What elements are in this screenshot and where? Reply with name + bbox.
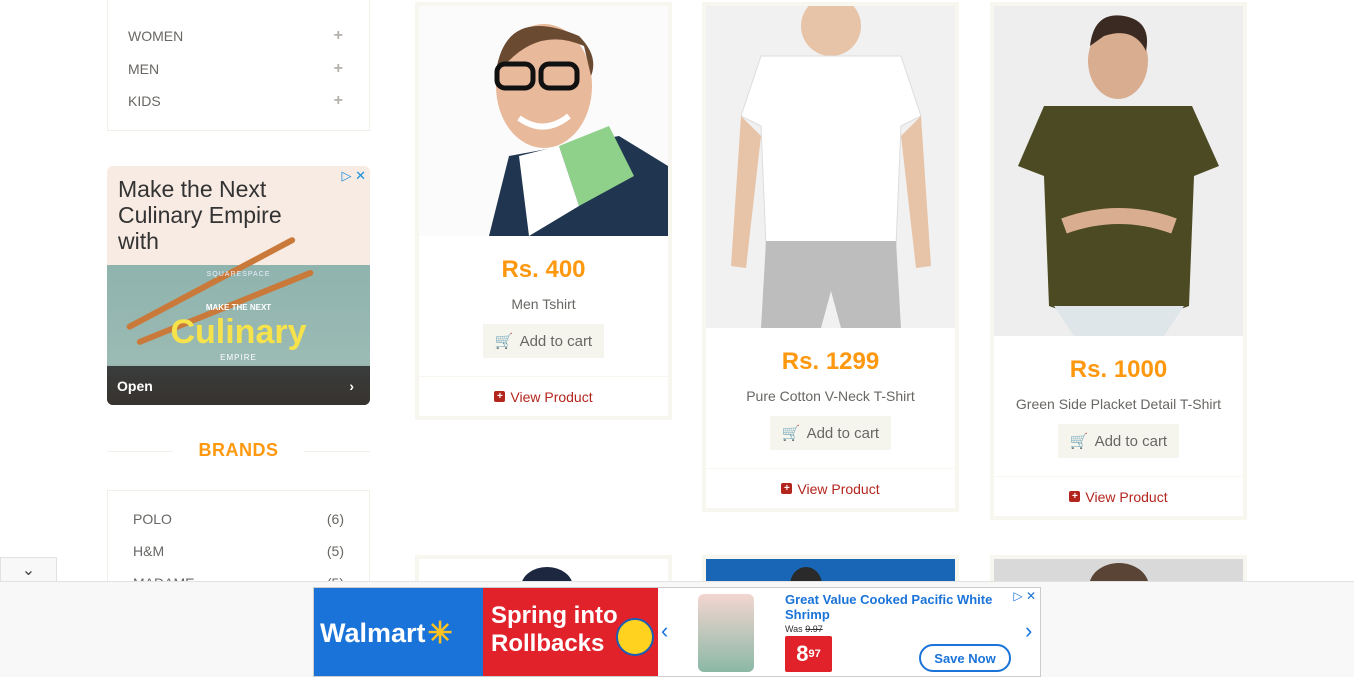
- category-label: KIDS: [128, 93, 161, 110]
- sale-price-cents: 97: [808, 648, 821, 660]
- product-name: Green Side Placket Detail T-Shirt: [1015, 396, 1222, 412]
- add-to-cart-button[interactable]: 🛒 Add to cart: [1057, 424, 1180, 458]
- was-label: Was: [785, 624, 803, 634]
- product-name: Pure Cotton V-Neck T-Shirt: [746, 388, 915, 404]
- brand-name: POLO: [133, 511, 172, 527]
- brand-count: (6): [326, 511, 344, 527]
- add-to-cart-button[interactable]: 🛒 Add to cart: [482, 324, 605, 358]
- brands-title: BRANDS: [198, 440, 279, 460]
- ad-empire-text: EMPIRE: [220, 353, 257, 362]
- category-women[interactable]: WOMEN +: [108, 20, 369, 53]
- walmart-logo-text: Walmart: [320, 617, 426, 648]
- brands-heading: BRANDS: [107, 440, 370, 462]
- plus-icon[interactable]: +: [334, 27, 343, 45]
- ad-choices-icon[interactable]: ▷ ✕: [1013, 589, 1036, 603]
- sale-price: 8 97: [785, 636, 832, 672]
- product-thumbnail: [698, 594, 754, 672]
- save-now-button[interactable]: Save Now: [919, 644, 1011, 672]
- rollback-banner: Spring into Rollbacks: [483, 588, 658, 676]
- brand-name: H&M: [133, 543, 165, 559]
- chevron-down-icon: ⌄: [21, 562, 36, 579]
- sidebar-ad[interactable]: Make the Next Culinary Empire with ▷ ✕ S…: [107, 166, 370, 405]
- ad-choices-icon[interactable]: ▷ ✕: [341, 168, 366, 184]
- view-product-label: View Product: [1085, 488, 1168, 505]
- add-to-cart-label: Add to cart: [1094, 432, 1168, 450]
- brands-panel: POLO (6) H&M (5) MADAME (5): [107, 490, 370, 590]
- was-price: Was 9.97: [785, 624, 823, 634]
- walmart-logo: Walmart ✳: [314, 588, 483, 676]
- spark-icon: ✳: [427, 616, 453, 650]
- product-card: Rs. 1299 Pure Cotton V-Neck T-Shirt 🛒 Ad…: [702, 2, 959, 512]
- cart-icon: 🛒: [781, 425, 801, 442]
- product-image: [994, 6, 1243, 336]
- ad-big-text: Culinary: [170, 313, 307, 351]
- product-price: Rs. 1299: [781, 348, 880, 375]
- ad-subtitle: MAKE THE NEXT: [205, 303, 272, 312]
- view-product-label: View Product: [510, 388, 593, 405]
- ad-open-button[interactable]: Open ›: [107, 366, 370, 405]
- product-price: Rs. 400: [501, 256, 586, 283]
- category-label: MEN: [128, 60, 160, 77]
- ad-brand: SQUARESPACE: [206, 271, 271, 278]
- add-to-cart-label: Add to cart: [806, 424, 880, 442]
- category-men[interactable]: MEN +: [108, 53, 369, 86]
- chevron-right-icon: ›: [349, 377, 354, 394]
- page: WOMEN + MEN + KIDS + Make the Next Culin…: [0, 0, 1354, 677]
- plus-square-icon: +: [1069, 491, 1081, 502]
- rollback-text: Spring into Rollbacks: [491, 602, 618, 657]
- brand-count: (5): [326, 543, 344, 559]
- product-name: Men Tshirt: [511, 296, 576, 312]
- view-product-link[interactable]: + View Product: [706, 468, 955, 508]
- plus-icon[interactable]: +: [334, 60, 343, 78]
- plus-square-icon: +: [494, 391, 506, 402]
- brand-item[interactable]: H&M (5): [108, 543, 369, 575]
- cart-icon: 🛒: [494, 333, 514, 350]
- was-price-value: 9.97: [805, 624, 823, 634]
- category-label: WOMEN: [128, 28, 184, 45]
- view-product-label: View Product: [797, 480, 880, 497]
- add-to-cart-button[interactable]: 🛒 Add to cart: [769, 416, 892, 450]
- plus-icon[interactable]: +: [334, 92, 343, 110]
- product-price: Rs. 1000: [1069, 356, 1168, 383]
- sale-price-main: 8: [796, 641, 809, 666]
- walmart-ad[interactable]: Walmart ✳ Spring into Rollbacks ‹ Great V…: [313, 587, 1041, 677]
- cart-icon: 🛒: [1069, 433, 1089, 450]
- ad-product-title: Great Value Cooked Pacific White Shrimp: [785, 592, 993, 622]
- collapse-ad-button[interactable]: ⌄: [0, 557, 57, 582]
- view-product-link[interactable]: + View Product: [994, 476, 1243, 516]
- chevron-right-icon[interactable]: ›: [1025, 618, 1032, 644]
- product-image: [419, 6, 668, 236]
- product-card: Rs. 1000 Green Side Placket Detail T-Shi…: [990, 2, 1247, 520]
- view-product-link[interactable]: + View Product: [419, 376, 668, 416]
- chevron-left-icon[interactable]: ‹: [661, 618, 668, 644]
- product-card: Rs. 400 Men Tshirt 🛒 Add to cart + View …: [415, 2, 672, 420]
- ad-open-label: Open: [117, 377, 153, 394]
- plus-square-icon: +: [781, 483, 793, 494]
- add-to-cart-label: Add to cart: [519, 332, 593, 350]
- category-panel: WOMEN + MEN + KIDS +: [107, 0, 370, 131]
- smiley-icon: [616, 618, 654, 656]
- category-kids[interactable]: KIDS +: [108, 85, 369, 118]
- brand-item[interactable]: POLO (6): [108, 511, 369, 543]
- product-image: [706, 6, 955, 328]
